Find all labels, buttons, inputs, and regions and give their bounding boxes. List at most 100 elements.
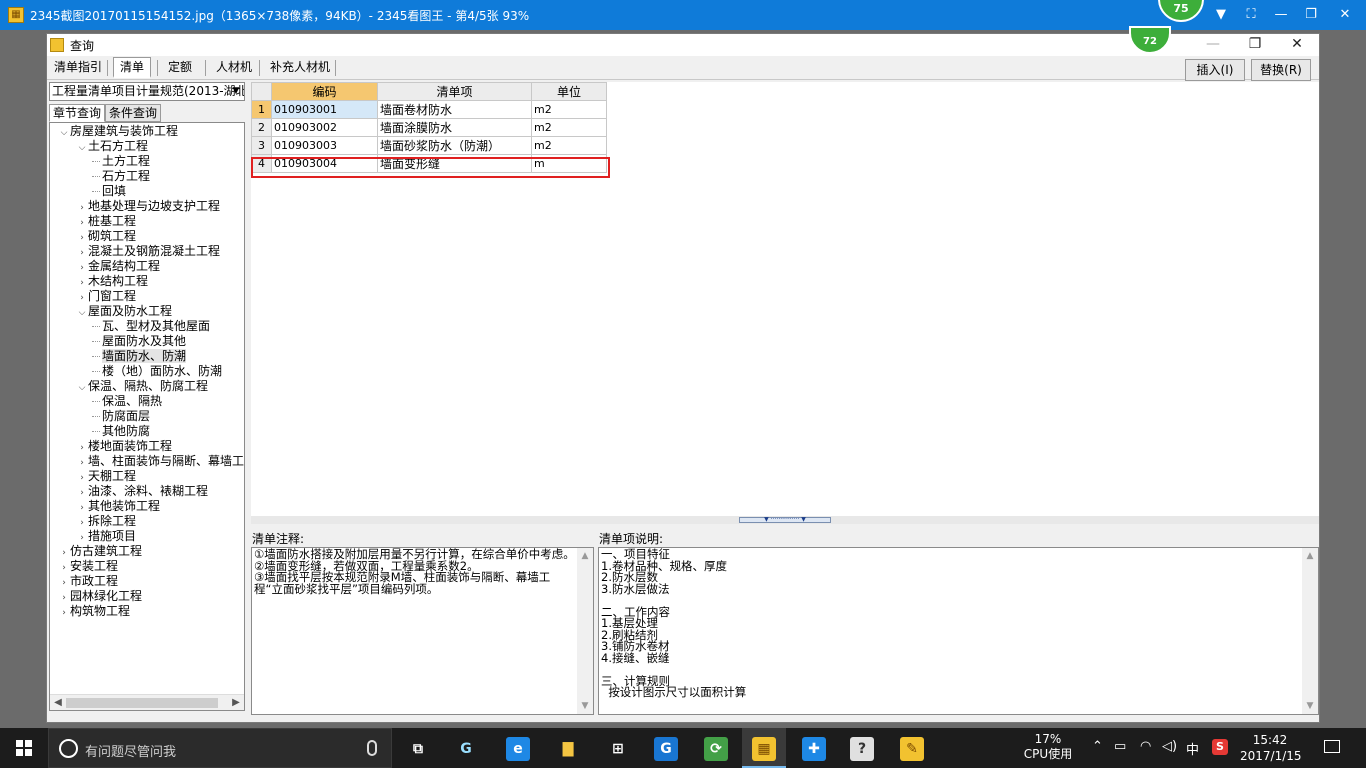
tree-item[interactable]: › 地基处理与边坡支护工程: [76, 199, 220, 214]
tree-item[interactable]: › 油漆、涂料、裱糊工程: [76, 484, 208, 499]
notes-vertical-scrollbar[interactable]: ▲ ▼: [577, 548, 593, 714]
panel-splitter[interactable]: ▼ ··············· ▼: [251, 516, 1319, 524]
tab-extra-labor-material[interactable]: 补充人材机: [263, 57, 337, 78]
tree-item[interactable]: › 桩基工程: [76, 214, 136, 229]
tree-item[interactable]: 楼（地）面防水、防潮: [92, 364, 222, 379]
volume-icon[interactable]: ◁): [1162, 739, 1177, 754]
taskbar-app-store[interactable]: ⊞: [596, 732, 640, 768]
taskbar-app-360-browser[interactable]: G: [444, 732, 488, 768]
tree-item[interactable]: › 措施项目: [76, 529, 136, 544]
close-icon[interactable]: ✕: [1330, 0, 1360, 30]
grid-header-unit[interactable]: 单位: [531, 82, 607, 101]
taskbar-app-g-app[interactable]: G: [644, 732, 688, 768]
tree-item[interactable]: 瓦、型材及其他屋面: [92, 319, 210, 334]
window-minimize-button[interactable]: —: [1193, 34, 1233, 56]
grid-unit-cell[interactable]: m2: [531, 118, 607, 137]
grid-code-cell[interactable]: 010903002: [271, 118, 378, 137]
grid-rownum[interactable]: 3: [251, 136, 272, 155]
table-row[interactable]: 1 010903001 墙面卷材防水 m2: [251, 100, 607, 119]
tree-item[interactable]: › 木结构工程: [76, 274, 148, 289]
score-badge-inner[interactable]: 72: [1129, 26, 1171, 54]
sogou-ime-icon[interactable]: S: [1212, 739, 1228, 755]
window-close-button[interactable]: ✕: [1277, 34, 1317, 56]
taskbar-app-edge[interactable]: e: [496, 732, 540, 768]
tree-horizontal-scrollbar[interactable]: ◀ ▶: [50, 694, 244, 710]
wifi-icon[interactable]: ◠: [1140, 739, 1151, 754]
tab-quota[interactable]: 定额: [161, 57, 199, 78]
scroll-down-icon[interactable]: ▼: [577, 698, 593, 714]
tree-item[interactable]: › 构筑物工程: [58, 604, 130, 619]
tray-expand-icon[interactable]: ⌃: [1092, 739, 1103, 754]
taskbar-app-file-explorer[interactable]: ▇: [546, 732, 590, 768]
tree-item[interactable]: › 天棚工程: [76, 469, 136, 484]
tree-item[interactable]: › 金属结构工程: [76, 259, 160, 274]
grid-code-cell[interactable]: 010903001: [271, 100, 378, 119]
tree-item[interactable]: › 其他装饰工程: [76, 499, 160, 514]
splitter-grip[interactable]: ▼ ··············· ▼: [739, 517, 831, 523]
dropdown-icon[interactable]: ▼: [1206, 0, 1236, 30]
tree-item[interactable]: 屋面防水及其他: [92, 334, 186, 349]
grid-header-code[interactable]: 编码: [271, 82, 378, 101]
tree-item[interactable]: 墙面防水、防潮: [92, 349, 187, 364]
window-restore-button[interactable]: ❐: [1235, 34, 1275, 56]
taskbar-search[interactable]: 有问题尽管问我: [48, 728, 392, 768]
tab-labor-material[interactable]: 人材机: [209, 57, 259, 78]
tree-item[interactable]: ⌵ 土石方工程: [76, 139, 148, 154]
tree-item[interactable]: 其他防腐: [92, 424, 150, 439]
scroll-up-icon[interactable]: ▲: [1302, 548, 1318, 564]
tree-item[interactable]: › 门窗工程: [76, 289, 136, 304]
chevron-down-icon[interactable]: ⌵: [76, 381, 88, 396]
scroll-left-icon[interactable]: ◀: [50, 695, 66, 710]
scroll-right-icon[interactable]: ▶: [228, 695, 244, 710]
score-badge[interactable]: 75: [1158, 0, 1204, 22]
tab-condition-query[interactable]: 条件查询: [105, 104, 162, 122]
chevron-down-icon[interactable]: ⌵: [76, 306, 88, 321]
taskbar-app-help-app[interactable]: ?: [840, 732, 884, 768]
tree-item[interactable]: 保温、隔热: [92, 394, 162, 409]
chevron-right-icon[interactable]: ›: [58, 606, 70, 621]
tab-chapter-query[interactable]: 章节查询: [49, 104, 106, 122]
start-button[interactable]: [0, 728, 48, 768]
taskbar-app-green-app[interactable]: ⟳: [694, 732, 738, 768]
cpu-meter[interactable]: 17% CPU使用: [1018, 732, 1078, 762]
replace-button[interactable]: 替换(R): [1251, 59, 1311, 81]
table-row[interactable]: 2 010903002 墙面涂膜防水 m2: [251, 118, 607, 137]
tree-item[interactable]: ⌵ 房屋建筑与装饰工程: [58, 124, 178, 139]
tree-item[interactable]: 石方工程: [92, 169, 150, 184]
grid-rownum[interactable]: 2: [251, 118, 272, 137]
tree-item[interactable]: › 砌筑工程: [76, 229, 136, 244]
chevron-down-icon[interactable]: ⌵: [58, 126, 70, 141]
notification-icon[interactable]: [1324, 740, 1340, 753]
grid-item-cell[interactable]: 墙面砂浆防水（防潮）: [377, 136, 532, 155]
grid-unit-cell[interactable]: m2: [531, 100, 607, 119]
tab-bill[interactable]: 清单: [113, 57, 152, 78]
taskbar-app-image-viewer[interactable]: ▦: [742, 728, 786, 768]
scroll-up-icon[interactable]: ▲: [577, 548, 593, 564]
ime-indicator[interactable]: 中: [1186, 739, 1199, 758]
grid-rownum[interactable]: 1: [251, 100, 272, 119]
restore-icon[interactable]: ❐: [1296, 0, 1326, 30]
scroll-down-icon[interactable]: ▼: [1302, 698, 1318, 714]
grid-item-cell[interactable]: 墙面涂膜防水: [377, 118, 532, 137]
fullscreen-icon[interactable]: ⛶: [1236, 0, 1266, 30]
description-box[interactable]: 一、项目特征 1.卷材品种、规格、厚度 2.防水层数 3.防水层做法 二、工作内…: [598, 547, 1319, 715]
tree-item[interactable]: › 市政工程: [58, 574, 118, 589]
notes-box[interactable]: ①墙面防水搭接及附加层用量不另行计算，在综合单价中考虑。 ②墙面变形缝，若做双面…: [251, 547, 594, 715]
tree-item[interactable]: 土方工程: [92, 154, 150, 169]
table-row[interactable]: 3 010903003 墙面砂浆防水（防潮） m2: [251, 136, 607, 155]
tree-item[interactable]: › 楼地面装饰工程: [76, 439, 172, 454]
grid-code-cell[interactable]: 010903003: [271, 136, 378, 155]
tree-item[interactable]: ⌵ 屋面及防水工程: [76, 304, 172, 319]
scroll-thumb[interactable]: [66, 698, 218, 708]
tree-item[interactable]: › 园林绿化工程: [58, 589, 142, 604]
grid-header-item[interactable]: 清单项: [377, 82, 532, 101]
norm-select[interactable]: 工程量清单项目计量规范(2013-湖北 ▼: [49, 82, 245, 101]
taskbar-app-notes-app[interactable]: ✎: [890, 732, 934, 768]
taskbar-app-plus-app[interactable]: ✚: [792, 732, 836, 768]
tree-item[interactable]: 回填: [92, 184, 126, 199]
description-vertical-scrollbar[interactable]: ▲ ▼: [1302, 548, 1318, 714]
network-device-icon[interactable]: ▭: [1114, 739, 1126, 754]
tree-item[interactable]: › 墙、柱面装饰与隔断、幕墙工程: [76, 454, 244, 469]
tree-item[interactable]: › 安装工程: [58, 559, 118, 574]
grid-unit-cell[interactable]: m2: [531, 136, 607, 155]
